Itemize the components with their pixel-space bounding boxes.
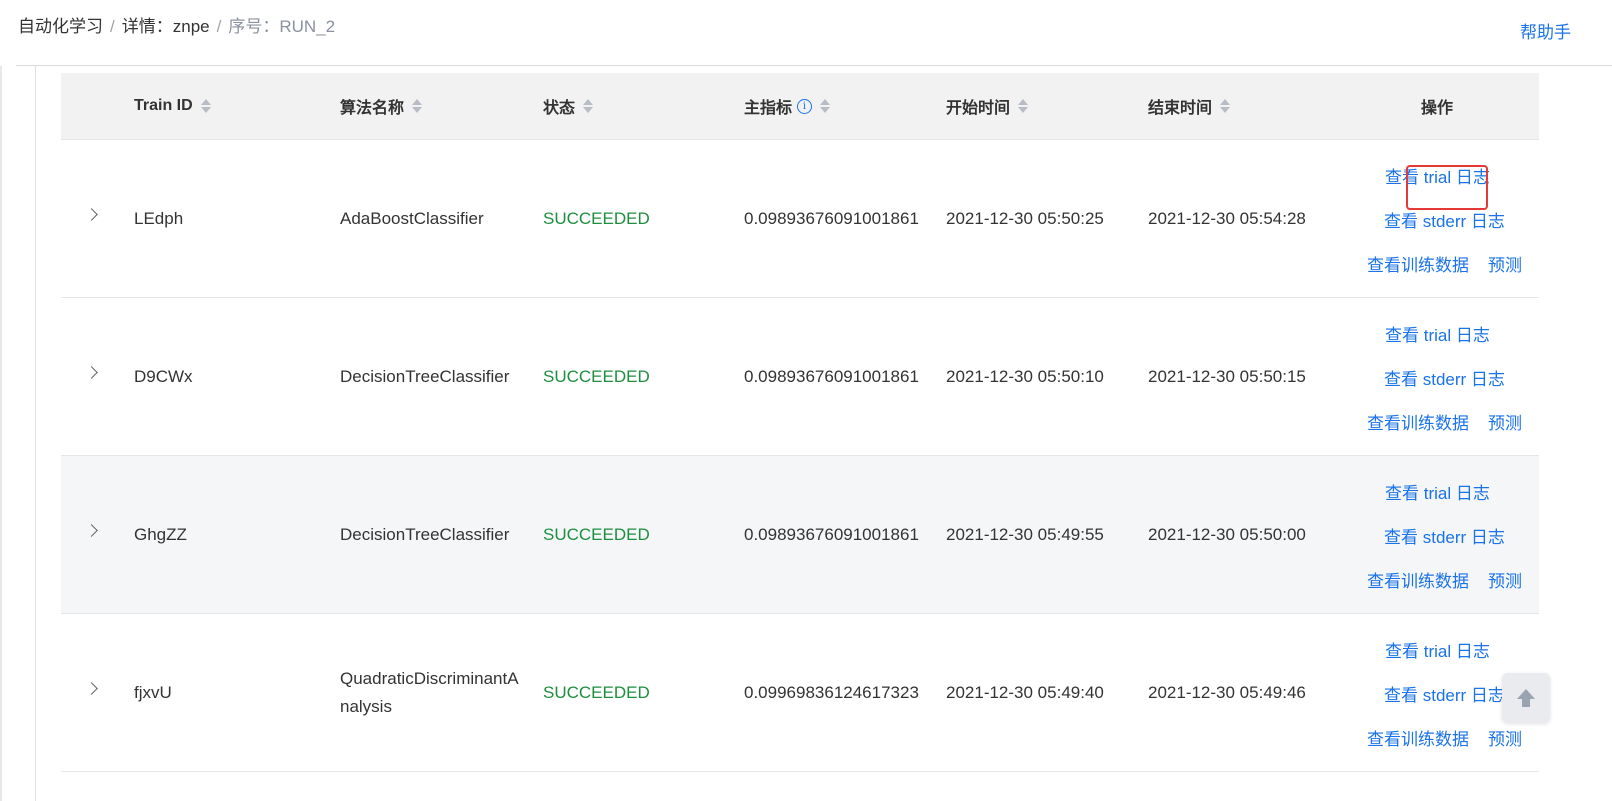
- table-header: Train ID 算法名称 状态 主指标 i 开始时间 结束时间 操作: [61, 73, 1539, 140]
- column-header-label: 操作: [1421, 100, 1454, 117]
- view-training-data-link[interactable]: 查看训练数据: [1367, 567, 1469, 592]
- column-header-label: 算法名称: [340, 100, 405, 117]
- status-cell: SUCCEEDED: [543, 524, 650, 544]
- sort-icon[interactable]: [412, 99, 423, 113]
- status-cell: SUCCEEDED: [543, 366, 650, 386]
- algorithm-cell: DecisionTreeClassifier: [340, 298, 520, 455]
- column-header-actions: 操作: [1421, 73, 1453, 139]
- table-row: GhgZZ DecisionTreeClassifier SUCCEEDED 0…: [61, 456, 1539, 614]
- column-header-start-time[interactable]: 开始时间: [946, 73, 1029, 139]
- metric-cell: 0.09893676091001861: [744, 366, 919, 386]
- metric-cell: 0.09893676091001861: [744, 524, 919, 544]
- predict-link[interactable]: 预测: [1488, 409, 1522, 434]
- sort-icon[interactable]: [1220, 99, 1231, 113]
- end-time-cell: 2021-12-30 05:50:00: [1148, 524, 1306, 544]
- metric-cell: 0.09893676091001861: [744, 208, 919, 228]
- start-time-cell: 2021-12-30 05:50:10: [946, 366, 1104, 386]
- divider: [16, 65, 1612, 66]
- start-time-cell: 2021-12-30 05:49:55: [946, 524, 1104, 544]
- view-trial-log-link[interactable]: 查看 trial 日志: [1385, 637, 1490, 662]
- algorithm-name: AdaBoostClassifier: [340, 208, 484, 228]
- end-time-cell: 2021-12-30 05:50:15: [1148, 366, 1306, 386]
- train-id-cell: GhgZZ: [134, 524, 187, 544]
- trials-table: Train ID 算法名称 状态 主指标 i 开始时间 结束时间 操作 LEdp…: [61, 73, 1539, 772]
- column-header-train-id[interactable]: Train ID: [134, 73, 211, 139]
- breadcrumb-item-automl[interactable]: 自动化学习: [18, 17, 103, 36]
- view-stderr-log-link[interactable]: 查看 stderr 日志: [1384, 365, 1505, 390]
- chevron-right-icon[interactable]: [85, 366, 98, 379]
- actions-cell: 查看 trial 日志 查看 stderr 日志 查看训练数据 预测: [1351, 298, 1539, 455]
- sort-icon[interactable]: [583, 99, 594, 113]
- view-training-data-link[interactable]: 查看训练数据: [1367, 409, 1469, 434]
- view-training-data-link[interactable]: 查看训练数据: [1367, 725, 1469, 750]
- view-trial-log-link[interactable]: 查看 trial 日志: [1385, 321, 1490, 346]
- column-header-metric[interactable]: 主指标 i: [744, 73, 831, 139]
- back-to-top-button[interactable]: [1502, 673, 1550, 723]
- algorithm-name: QuadraticDiscriminantAnalysis: [340, 668, 519, 716]
- column-header-label: 主指标: [744, 100, 793, 117]
- predict-link[interactable]: 预测: [1488, 567, 1522, 592]
- start-time-cell: 2021-12-30 05:49:40: [946, 682, 1104, 702]
- view-stderr-log-link[interactable]: 查看 stderr 日志: [1384, 523, 1505, 548]
- chevron-right-icon[interactable]: [85, 208, 98, 221]
- column-header-label: Train ID: [134, 97, 193, 114]
- chevron-right-icon[interactable]: [85, 682, 98, 695]
- column-header-algorithm[interactable]: 算法名称: [340, 73, 423, 139]
- sidebar-edge: [0, 66, 2, 801]
- breadcrumb-separator: /: [216, 17, 222, 36]
- column-header-end-time[interactable]: 结束时间: [1148, 73, 1231, 139]
- breadcrumb-separator: /: [110, 17, 115, 36]
- chevron-right-icon[interactable]: [85, 524, 98, 537]
- table-row: LEdph AdaBoostClassifier SUCCEEDED 0.098…: [61, 140, 1539, 298]
- predict-link[interactable]: 预测: [1488, 725, 1522, 750]
- arrow-up-icon-stem: [1522, 699, 1530, 707]
- algorithm-cell: AdaBoostClassifier: [340, 140, 520, 297]
- sort-icon[interactable]: [1018, 99, 1029, 113]
- view-training-data-link[interactable]: 查看训练数据: [1367, 251, 1469, 276]
- metric-cell: 0.09969836124617323: [744, 682, 919, 702]
- view-trial-log-link[interactable]: 查看 trial 日志: [1385, 163, 1490, 188]
- train-id-cell: D9CWx: [134, 366, 193, 386]
- algorithm-cell: DecisionTreeClassifier: [340, 456, 520, 613]
- column-header-status[interactable]: 状态: [543, 73, 594, 139]
- arrow-up-icon: [1517, 689, 1535, 699]
- end-time-cell: 2021-12-30 05:49:46: [1148, 682, 1306, 702]
- info-icon[interactable]: i: [797, 98, 813, 114]
- view-trial-log-link[interactable]: 查看 trial 日志: [1385, 479, 1490, 504]
- actions-cell: 查看 trial 日志 查看 stderr 日志 查看训练数据 预测: [1351, 140, 1539, 297]
- sort-icon[interactable]: [200, 99, 211, 113]
- start-time-cell: 2021-12-30 05:50:25: [946, 208, 1104, 228]
- sort-icon[interactable]: [820, 99, 831, 113]
- predict-link[interactable]: 预测: [1488, 251, 1522, 276]
- view-stderr-log-link[interactable]: 查看 stderr 日志: [1384, 207, 1505, 232]
- help-link[interactable]: 帮助手: [1520, 18, 1571, 43]
- top-bar: 自动化学习 / 详情：znpe / 序号：RUN_2 帮助手: [0, 0, 1612, 66]
- column-header-label: 结束时间: [1148, 100, 1213, 117]
- column-header-label: 开始时间: [946, 100, 1011, 117]
- breadcrumb-item-run: 序号：RUN_2: [228, 17, 336, 36]
- breadcrumb-item-detail[interactable]: 详情：znpe: [122, 17, 210, 36]
- end-time-cell: 2021-12-30 05:54:28: [1148, 208, 1306, 228]
- train-id-cell: fjxvU: [134, 682, 172, 702]
- algorithm-name: DecisionTreeClassifier: [340, 366, 510, 386]
- breadcrumb: 自动化学习 / 详情：znpe / 序号：RUN_2: [18, 16, 335, 38]
- table-row: D9CWx DecisionTreeClassifier SUCCEEDED 0…: [61, 298, 1539, 456]
- table-row: fjxvU QuadraticDiscriminantAnalysis SUCC…: [61, 614, 1539, 772]
- status-cell: SUCCEEDED: [543, 208, 650, 228]
- algorithm-cell: QuadraticDiscriminantAnalysis: [340, 614, 520, 771]
- train-id-cell: LEdph: [134, 208, 184, 228]
- view-stderr-log-link[interactable]: 查看 stderr 日志: [1384, 681, 1505, 706]
- status-cell: SUCCEEDED: [543, 682, 650, 702]
- content-border: [35, 66, 36, 801]
- column-header-label: 状态: [543, 100, 576, 117]
- algorithm-name: DecisionTreeClassifier: [340, 524, 510, 544]
- actions-cell: 查看 trial 日志 查看 stderr 日志 查看训练数据 预测: [1351, 456, 1539, 613]
